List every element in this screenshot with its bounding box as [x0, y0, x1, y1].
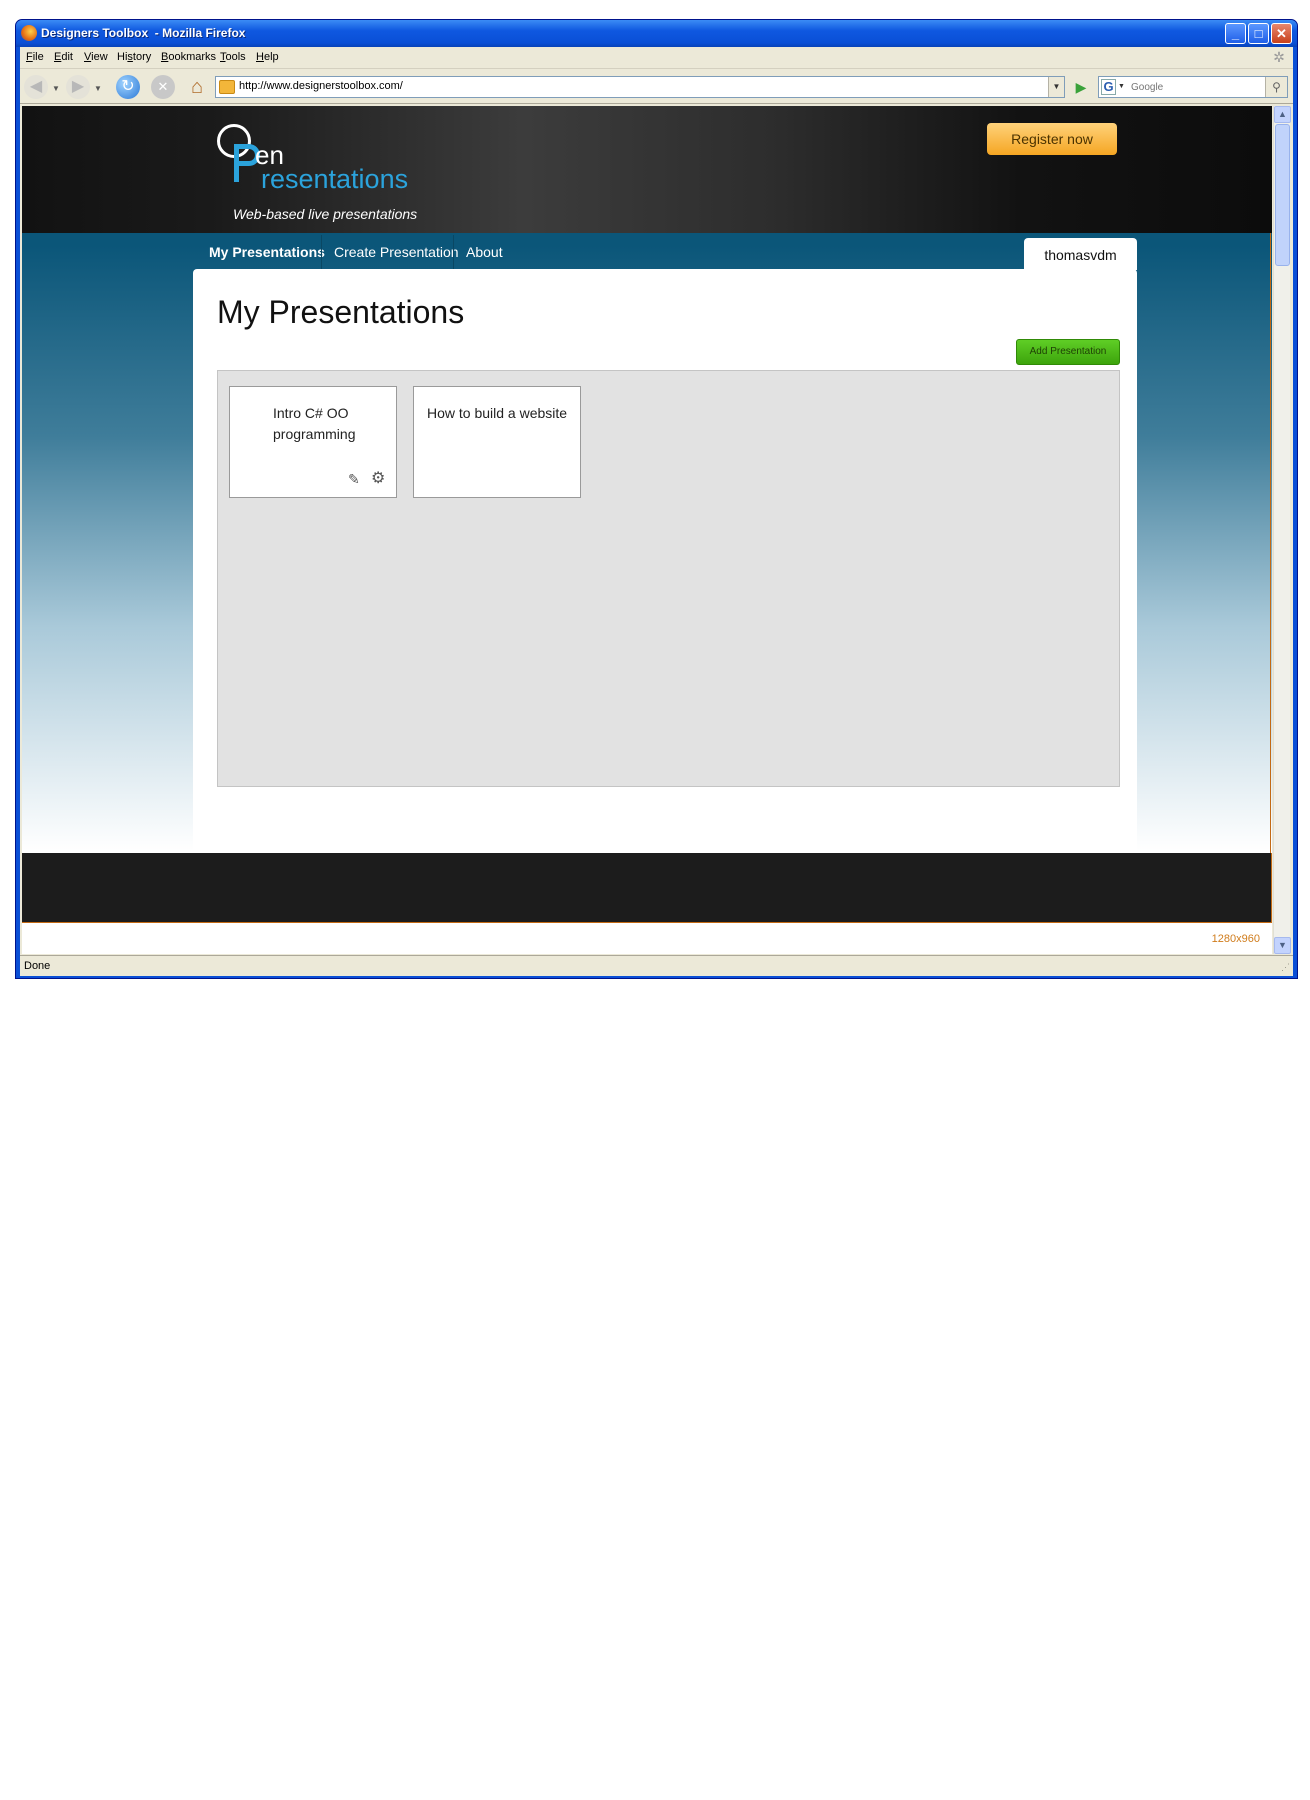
site-logo[interactable]: en resentations Web-based live presentat…	[217, 124, 457, 222]
menu-bar: File Edit View History Bookmarks Tools H…	[20, 47, 1293, 68]
menu-access-key: E	[54, 51, 62, 63]
go-icon[interactable]: ▶	[1071, 77, 1091, 97]
search-bar[interactable]: G ▼ ⚲	[1098, 76, 1288, 98]
logo-tagline: Web-based live presentations	[233, 206, 418, 222]
vertical-scrollbar[interactable]: ▲ ▼	[1273, 106, 1291, 954]
title-bar[interactable]: Designers Toolbox - Mozilla Firefox _ □ …	[16, 20, 1297, 47]
google-icon[interactable]: G	[1101, 79, 1116, 95]
browser-chrome: File Edit View History Bookmarks Tools H…	[20, 47, 1293, 976]
search-icon[interactable]: ⚲	[1265, 77, 1287, 97]
site-footer	[22, 853, 1272, 923]
nav-my-presentations[interactable]: My Presentations	[197, 235, 337, 269]
menu-access-key: H	[256, 51, 264, 63]
presentation-title[interactable]: How to build a website	[427, 403, 577, 424]
close-button[interactable]: ✕	[1271, 23, 1292, 44]
scroll-up-icon[interactable]: ▲	[1274, 106, 1291, 123]
firefox-icon	[21, 25, 37, 41]
url-dropdown-icon[interactable]: ▼	[1048, 77, 1064, 97]
menu-view[interactable]: View	[84, 51, 108, 63]
navigation-toolbar: ◀ ▼ ▶ ▼ ↻ ✕ ⌂ http://www.designerstoolbo…	[20, 68, 1293, 104]
url-bar[interactable]: http://www.designerstoolbox.com/ ▼	[215, 76, 1065, 98]
add-presentation-button[interactable]: Add Presentation	[1016, 339, 1120, 365]
page-viewport: en resentations Web-based live presentat…	[22, 106, 1272, 954]
resize-grip-icon[interactable]: ⋰	[1281, 962, 1290, 973]
menu-access-key: V	[84, 51, 92, 63]
resolution-label: 1280x960	[1211, 933, 1260, 945]
minimize-button[interactable]: _	[1225, 23, 1246, 44]
menu-history[interactable]: History	[117, 51, 151, 63]
settings-icon[interactable]: ⚙	[371, 471, 387, 487]
throbber-icon: ✲	[1273, 49, 1285, 65]
stop-icon[interactable]: ✕	[151, 75, 175, 99]
menu-help[interactable]: Help	[256, 51, 279, 63]
user-tab[interactable]: thomasvdm	[1024, 238, 1137, 270]
back-icon[interactable]: ◀	[24, 75, 48, 99]
url-text[interactable]: http://www.designerstoolbox.com/	[239, 80, 403, 92]
scroll-thumb[interactable]	[1275, 124, 1290, 266]
window-title: Designers Toolbox - Mozilla Firefox	[41, 26, 246, 40]
browser-window: Designers Toolbox - Mozilla Firefox _ □ …	[15, 19, 1298, 979]
forward-history-dropdown-icon[interactable]: ▼	[94, 84, 102, 93]
menu-access-key: s	[127, 51, 133, 63]
back-history-dropdown-icon[interactable]: ▼	[52, 84, 60, 93]
presentation-gallery: Intro C# OO programming ✎ ⚙ How to build…	[217, 370, 1120, 787]
presentation-card[interactable]: Intro C# OO programming ✎ ⚙	[229, 386, 397, 498]
menu-access-key: T	[220, 51, 226, 63]
search-engine-dropdown-icon[interactable]: ▼	[1118, 83, 1125, 90]
main-content: My Presentations Add Presentation Intro …	[193, 269, 1137, 869]
presentation-title[interactable]: Intro C# OO programming	[273, 403, 383, 445]
menu-edit[interactable]: Edit	[54, 51, 73, 63]
register-button[interactable]: Register now	[987, 123, 1117, 155]
status-bar: Done ⋰	[20, 955, 1293, 975]
status-text: Done	[24, 960, 51, 972]
presentation-card[interactable]: How to build a website	[413, 386, 581, 498]
reload-icon[interactable]: ↻	[116, 75, 140, 99]
maximize-button[interactable]: □	[1248, 23, 1269, 44]
menu-tools[interactable]: Tools	[220, 51, 246, 63]
logo-resentations-text: resentations	[261, 164, 409, 194]
menu-bookmarks[interactable]: Bookmarks	[161, 51, 216, 63]
nav-create-presentation[interactable]: Create Presentation	[322, 235, 471, 269]
home-icon[interactable]: ⌂	[185, 75, 209, 99]
menu-access-key: F	[26, 51, 33, 63]
nav-about[interactable]: About	[454, 235, 515, 269]
forward-icon[interactable]: ▶	[66, 75, 90, 99]
site-header: en resentations Web-based live presentat…	[22, 106, 1272, 233]
edit-icon[interactable]: ✎	[348, 472, 362, 486]
folder-icon	[219, 80, 235, 94]
page-title: My Presentations	[217, 294, 465, 330]
scroll-down-icon[interactable]: ▼	[1274, 937, 1291, 954]
search-input[interactable]	[1131, 78, 1261, 96]
menu-file[interactable]: File	[26, 51, 44, 63]
menu-access-key: B	[161, 51, 169, 63]
